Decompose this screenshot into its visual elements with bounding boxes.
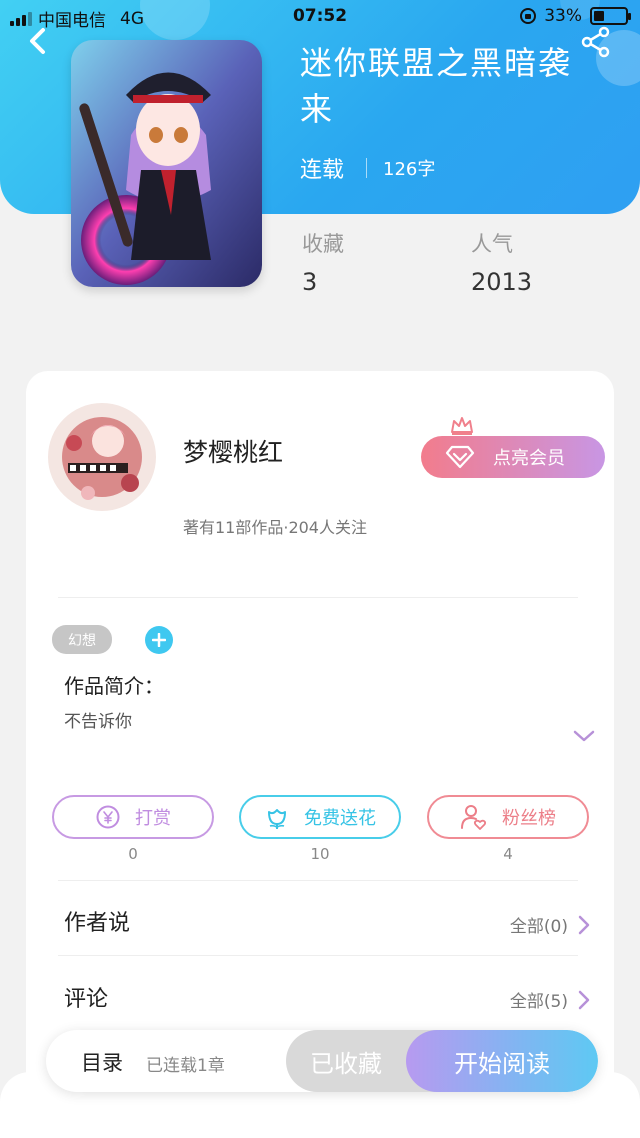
serial-status: 连载 (300, 158, 345, 183)
become-vip-button[interactable]: 点亮会员 (421, 436, 605, 478)
tip-label: 打赏 (135, 808, 171, 829)
divider (58, 597, 578, 598)
genre-tag[interactable]: 幻想 (52, 625, 112, 654)
favorites-stat: 收藏 3 (302, 228, 344, 296)
bottom-action-bar: 目录 已连载1章 已收藏 开始阅读 (46, 1030, 598, 1092)
author-says-count: 全部(0) (509, 917, 568, 937)
favorites-label: 收藏 (302, 232, 344, 256)
divider (58, 880, 578, 881)
crown-icon (451, 417, 473, 435)
author-name[interactable]: 梦樱桃红 (183, 433, 283, 469)
flower-icon (268, 809, 286, 829)
plus-icon (152, 633, 166, 647)
comments-all-link[interactable]: 全部(5) (510, 987, 590, 1012)
fan-ranking-button[interactable]: 粉丝榜 (427, 795, 589, 839)
meta-divider (366, 158, 368, 178)
book-title: 迷你联盟之黑暗袭来 (300, 44, 573, 128)
yen-coin-icon (96, 805, 120, 829)
tip-button[interactable]: 打赏 (52, 795, 214, 839)
battery-percent: 33% (544, 6, 582, 26)
orientation-lock-icon (520, 8, 537, 24)
table-of-contents-button[interactable]: 目录 (81, 1047, 123, 1077)
add-tag-button[interactable] (145, 626, 173, 654)
popularity-label: 人气 (471, 232, 513, 256)
chevron-left-icon (30, 28, 45, 54)
become-vip-label: 点亮会员 (493, 448, 565, 469)
fan-user-heart-icon (461, 805, 487, 830)
intro-label: 作品简介： (64, 674, 164, 698)
fan-ranking-label: 粉丝榜 (502, 808, 556, 829)
back-button[interactable] (24, 26, 54, 56)
chevron-right-icon (578, 915, 590, 934)
diamond-icon (445, 445, 475, 469)
popularity-stat: 人气 2013 (471, 228, 532, 296)
author-avatar[interactable] (48, 403, 156, 511)
book-cover-image[interactable] (71, 40, 262, 287)
fans-count: 4 (503, 845, 513, 863)
popularity-value: 2013 (471, 268, 533, 296)
start-reading-button[interactable]: 开始阅读 (406, 1030, 598, 1092)
intro-text: 不告诉你 (64, 712, 132, 732)
send-flower-button[interactable]: 免费送花 (239, 795, 401, 839)
word-count: 126字 (383, 159, 436, 180)
author-stats: 著有11部作品·204人关注 (183, 518, 367, 537)
status-bar: 中国电信 4G 07:52 33% (0, 0, 640, 34)
tip-count: 0 (128, 845, 138, 863)
book-meta: 连载 126字 (300, 152, 435, 184)
author-says-label: 作者说 (64, 911, 131, 936)
favorites-value: 3 (302, 268, 318, 296)
comments-count: 全部(5) (509, 992, 568, 1012)
favorited-label: 已收藏 (310, 1049, 382, 1078)
chapters-count: 已连载1章 (146, 1056, 225, 1076)
start-reading-label: 开始阅读 (454, 1049, 550, 1078)
chevron-down-icon[interactable] (572, 728, 596, 744)
battery-icon (590, 7, 631, 25)
author-says-all-link[interactable]: 全部(0) (510, 912, 590, 937)
comments-label: 评论 (64, 987, 109, 1012)
divider (58, 955, 578, 956)
flower-count: 10 (310, 845, 330, 863)
chevron-right-icon (578, 990, 590, 1009)
send-flower-label: 免费送花 (304, 808, 376, 829)
